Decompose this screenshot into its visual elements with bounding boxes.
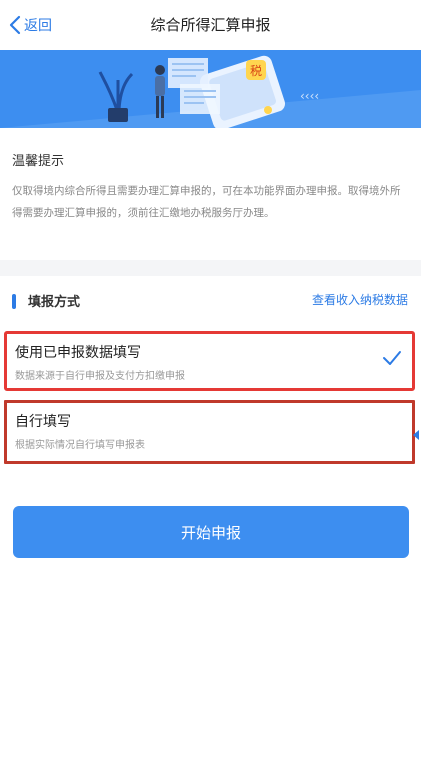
notice-text: 仅取得境内综合所得且需要办理汇算申报的，可在本功能界面办理申报。取得境外所得需要…	[12, 185, 401, 219]
banner: 税 ‹‹‹‹	[0, 50, 421, 128]
notice-title: 温馨提示	[12, 154, 65, 169]
view-income-tax-data-link[interactable]: 查看收入纳税数据	[312, 291, 408, 308]
section-title: 填报方式	[28, 295, 81, 310]
page-title: 综合所得汇算申报	[150, 16, 271, 34]
option-use-declared-data[interactable]: 使用已申报数据填写 数据来源于自行申报及支付方扣缴申报	[4, 331, 415, 391]
option-label: 使用已申报数据填写	[15, 345, 141, 361]
notice-panel: 温馨提示 仅取得境内综合所得且需要办理汇算申报的，可在本功能界面办理申报。取得境…	[0, 128, 421, 260]
checkmark-icon	[383, 351, 401, 365]
option-self-fill[interactable]: 自行填写 根据实际情况自行填写申报表	[4, 400, 419, 464]
option-desc: 根据实际情况自行填写申报表	[15, 440, 145, 451]
option-desc: 数据来源于自行申报及支付方扣缴申报	[15, 371, 185, 382]
fill-method-section: 填报方式 查看收入纳税数据 使用已申报数据填写 数据来源于自行申报及支付方扣缴申…	[0, 276, 421, 770]
start-declaration-button[interactable]: 开始申报	[13, 506, 409, 558]
tax-badge: 税	[250, 64, 262, 78]
section-marker	[12, 294, 16, 309]
nav-bar: 返回 综合所得汇算申报	[0, 0, 421, 50]
option-label: 自行填写	[15, 414, 71, 430]
svg-text:‹‹‹‹: ‹‹‹‹	[300, 89, 319, 103]
arrow-left-icon	[413, 430, 419, 440]
banner-illustration: 税 ‹‹‹‹	[0, 50, 421, 128]
